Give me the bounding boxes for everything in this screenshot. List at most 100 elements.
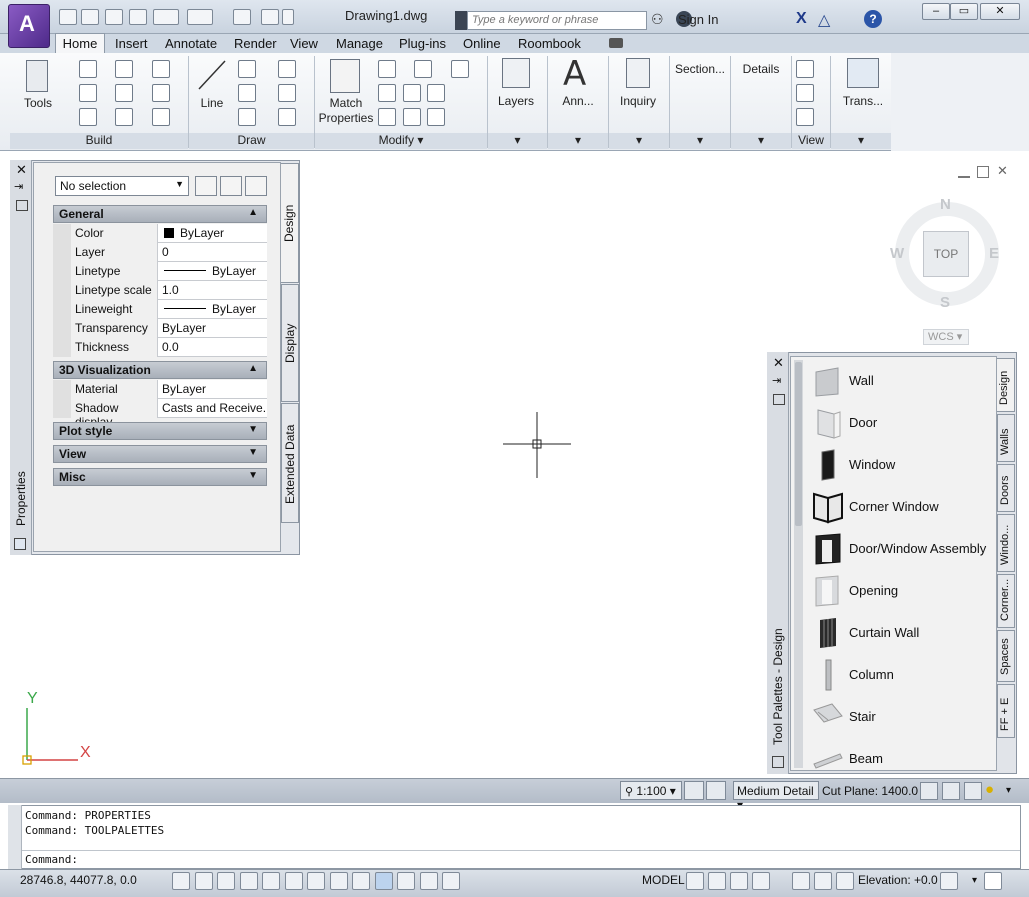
close-button[interactable]: ✕ xyxy=(980,3,1020,20)
tab-insert[interactable]: Insert xyxy=(115,36,148,51)
match-label[interactable]: Match xyxy=(316,96,376,110)
surface-hatch-icon[interactable] xyxy=(920,782,938,800)
layers-icon[interactable] xyxy=(502,58,530,88)
status-menu-icon[interactable]: ▾ xyxy=(1006,785,1011,796)
roof-tool-icon[interactable] xyxy=(115,84,133,102)
exchange-icon[interactable]: X xyxy=(796,10,807,28)
line-button[interactable]: Line xyxy=(194,96,230,110)
quick-properties-icon[interactable] xyxy=(397,872,415,890)
details-button[interactable]: Details xyxy=(737,62,785,76)
tool-door-window-assembly[interactable]: Door/Window Assembly xyxy=(812,529,992,569)
calculator-icon[interactable] xyxy=(626,58,650,88)
cut-plane-label[interactable]: Cut Plane: 1400.0 xyxy=(822,784,918,798)
property-row[interactable]: Lineweight ByLayer xyxy=(71,300,267,319)
isolate-icon[interactable] xyxy=(964,782,982,800)
workspace-icon[interactable] xyxy=(233,9,251,25)
annotation-visibility-icon[interactable] xyxy=(684,781,704,800)
tab-view[interactable]: View xyxy=(290,36,318,51)
tool-curtain-wall[interactable]: Curtain Wall xyxy=(812,613,992,653)
tools-icon[interactable] xyxy=(26,60,48,92)
annotation-icon[interactable]: A xyxy=(563,54,586,94)
match-properties-icon[interactable] xyxy=(330,59,360,93)
restore-button[interactable]: ▭ xyxy=(950,3,978,20)
sign-in-button[interactable]: Sign In xyxy=(678,12,718,27)
palette-tab-spaces[interactable]: Spaces xyxy=(997,630,1015,682)
quick-view-drawings-icon[interactable] xyxy=(708,872,726,890)
viewport-restore-icon[interactable] xyxy=(977,166,989,178)
tools-button[interactable]: Tools xyxy=(18,96,58,110)
osnap-icon[interactable] xyxy=(262,872,280,890)
open-icon[interactable] xyxy=(81,9,99,25)
property-row[interactable]: Linetype scale 1.0 xyxy=(71,281,267,300)
tab-annotate[interactable]: Annotate xyxy=(165,36,217,51)
auto-scale-icon[interactable] xyxy=(706,781,726,800)
viewcube-top-face[interactable]: TOP xyxy=(923,231,969,277)
details-panel-expand[interactable]: ▾ xyxy=(731,133,791,149)
column-tool-icon[interactable] xyxy=(152,84,170,102)
select-objects-icon[interactable] xyxy=(220,176,242,196)
lightbulb-icon[interactable]: ● xyxy=(985,781,994,798)
view-panel-title[interactable]: View xyxy=(792,133,830,149)
lineweight-icon[interactable] xyxy=(352,872,370,890)
modify-panel-title[interactable]: Modify ▾ xyxy=(315,133,487,149)
ribbon-minimize-icon[interactable] xyxy=(609,38,623,48)
binoculars-icon[interactable]: ⚇ xyxy=(651,11,669,29)
viewport-minimize-icon[interactable] xyxy=(958,168,970,178)
section-misc[interactable]: Misc ▼ xyxy=(53,468,267,486)
snap-icon[interactable] xyxy=(172,872,190,890)
copy-icon[interactable] xyxy=(403,84,421,102)
offset-icon[interactable] xyxy=(378,108,396,126)
move-icon[interactable] xyxy=(378,60,396,78)
curtain-wall-icon[interactable] xyxy=(79,108,97,126)
property-row[interactable]: Layer 0 xyxy=(71,243,267,262)
command-prompt[interactable]: Command: xyxy=(25,853,78,866)
layer-key-icon[interactable] xyxy=(942,782,960,800)
build-panel-title[interactable]: Build xyxy=(10,133,188,149)
palette-autohide-icon[interactable]: ⇥ xyxy=(14,180,23,193)
status-bar-menu-icon[interactable]: ▾ xyxy=(972,875,977,886)
annotation-scale-icon[interactable] xyxy=(730,872,748,890)
viewport-close-icon[interactable]: ✕ xyxy=(997,163,1008,179)
trans-button[interactable]: Trans... xyxy=(838,94,888,108)
tool-door[interactable]: Door xyxy=(812,403,992,443)
tab-home[interactable]: Home xyxy=(55,33,105,54)
slab-tool-icon[interactable] xyxy=(152,108,170,126)
palette-tab-walls[interactable]: Walls xyxy=(997,414,1015,462)
section-general[interactable]: General ▲ xyxy=(53,205,267,223)
print-icon[interactable] xyxy=(129,9,147,25)
tool-opening[interactable]: Opening xyxy=(812,571,992,611)
polyline-icon[interactable] xyxy=(238,60,256,78)
ducs-icon[interactable] xyxy=(307,872,325,890)
add-icon[interactable] xyxy=(442,872,460,890)
section-panel-expand[interactable]: ▾ xyxy=(670,133,730,149)
redo-icon[interactable] xyxy=(187,9,213,25)
palette-settings-icon[interactable] xyxy=(14,538,26,550)
property-row[interactable]: Color ByLayer xyxy=(71,224,267,243)
quick-view-layouts-icon[interactable] xyxy=(686,872,704,890)
tool-palette-properties-icon[interactable] xyxy=(773,394,785,405)
hatch-icon[interactable] xyxy=(278,108,296,126)
search-input[interactable]: Type a keyword or phrase xyxy=(467,11,647,30)
tool-wall[interactable]: Wall xyxy=(812,361,992,401)
palette-tab-doors[interactable]: Doors xyxy=(997,464,1015,512)
property-row[interactable]: Transparency ByLayer xyxy=(71,319,267,338)
ortho-icon[interactable] xyxy=(217,872,235,890)
coordinates-display[interactable]: 28746.8, 44077.8, 0.0 xyxy=(20,873,137,887)
undo-icon[interactable] xyxy=(153,9,179,25)
dyn-icon[interactable] xyxy=(329,872,348,890)
property-value[interactable]: ByLayer xyxy=(159,262,267,281)
property-value[interactable]: ByLayer xyxy=(159,319,267,338)
tool-beam[interactable]: Beam xyxy=(812,739,992,779)
palette-tab-design[interactable]: Design xyxy=(997,358,1015,412)
toggle-pickadd-icon[interactable] xyxy=(195,176,217,196)
selection-dropdown[interactable]: No selection ▼ xyxy=(55,176,189,196)
tab-extended-data[interactable]: Extended Data xyxy=(281,403,299,523)
tool-window[interactable]: Window xyxy=(812,445,992,485)
draw-panel-title[interactable]: Draw xyxy=(189,133,314,149)
minimize-button[interactable]: – xyxy=(922,3,950,20)
compass-south[interactable]: S xyxy=(940,294,950,311)
selection-cycling-icon[interactable] xyxy=(419,872,438,890)
inquiry-button[interactable]: Inquiry xyxy=(613,94,663,108)
tool-palette-close-icon[interactable]: ✕ xyxy=(773,355,784,371)
palette-tab-corner-[interactable]: Corner... xyxy=(997,574,1015,628)
